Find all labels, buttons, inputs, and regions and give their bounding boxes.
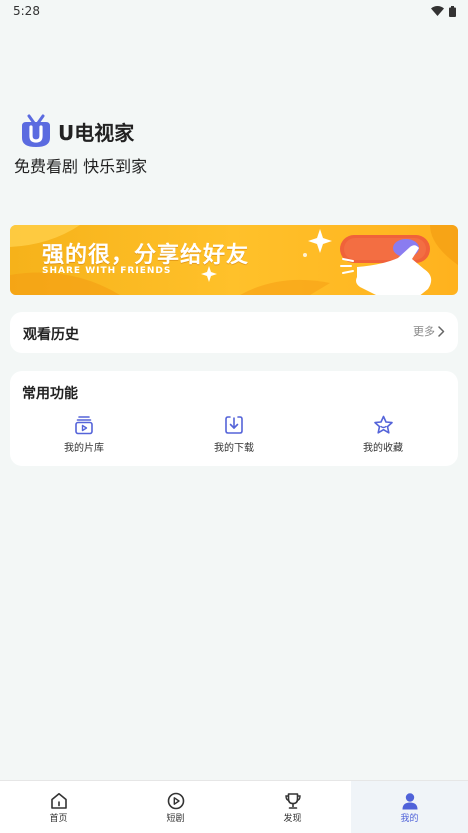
nav-discover[interactable]: 发现 [234, 781, 351, 833]
brand: U电视家 [20, 114, 134, 148]
trophy-icon [284, 793, 301, 809]
my-favorites-label: 我的收藏 [363, 443, 403, 454]
watch-history-card[interactable]: 观看历史 更多 [10, 312, 458, 353]
download-icon [225, 416, 243, 434]
function-row: 我的片库 我的下载 我的收藏 [10, 415, 458, 455]
more-link[interactable]: 更多 [413, 323, 445, 339]
wifi-icon [431, 6, 444, 16]
banner-title: 强的很，分享给好友 [42, 243, 250, 268]
nav-short-drama-label: 短剧 [166, 814, 185, 824]
nav-mine-label: 我的 [400, 814, 419, 824]
my-library-button[interactable]: 我的片库 [39, 415, 129, 454]
chevron-right-icon [438, 325, 445, 337]
nav-home[interactable]: 首页 [0, 781, 117, 833]
app-slogan: 免费看剧 快乐到家 [14, 157, 148, 176]
status-time: 5:28 [13, 4, 40, 18]
status-icons [431, 5, 456, 17]
watch-history-title: 观看历史 [23, 327, 79, 343]
more-label: 更多 [413, 325, 435, 338]
banner-subtitle: SHARE WITH FRIENDS [42, 266, 172, 276]
nav-mine[interactable]: 我的 [351, 781, 468, 833]
common-functions-title: 常用功能 [22, 386, 78, 402]
battery-icon [449, 5, 456, 17]
home-icon [50, 793, 67, 809]
play-circle-icon [167, 792, 184, 810]
share-banner[interactable]: 强的很，分享给好友 SHARE WITH FRIENDS [10, 225, 458, 295]
tv-logo-icon [22, 114, 50, 147]
app-name: U电视家 [58, 120, 135, 145]
my-downloads-button[interactable]: 我的下载 [189, 415, 279, 454]
common-functions-card: 常用功能 我的片库 我的下载 我的收藏 [10, 371, 458, 466]
library-icon [75, 416, 93, 435]
nav-home-label: 首页 [49, 814, 68, 824]
my-downloads-label: 我的下载 [214, 443, 254, 454]
my-library-label: 我的片库 [64, 443, 104, 454]
bottom-navigation: 首页 短剧 发现 我的 [0, 780, 468, 833]
status-bar: 5:28 [0, 0, 468, 22]
user-icon [402, 793, 417, 810]
star-icon [373, 415, 393, 434]
nav-short-drama[interactable]: 短剧 [117, 781, 234, 833]
my-favorites-button[interactable]: 我的收藏 [338, 415, 428, 454]
nav-discover-label: 发现 [283, 814, 302, 824]
